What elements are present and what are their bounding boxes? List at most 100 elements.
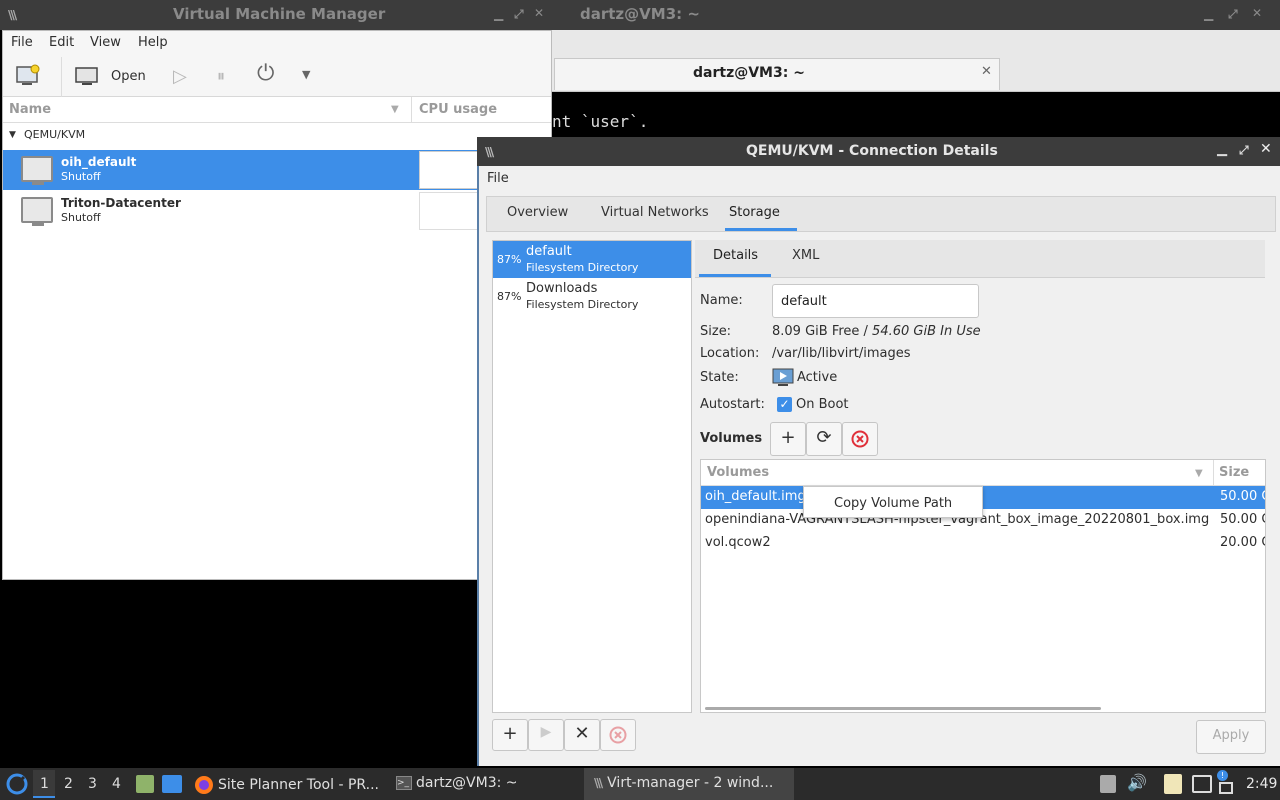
window-menu-icon[interactable]: \\\ [8, 8, 17, 22]
volumes-label: Volumes [700, 431, 763, 446]
terminal-titlebar[interactable]: dartz@VM3: ~ ▁ ⤢ ✕ [552, 0, 1280, 30]
maximize-icon[interactable]: ⤢ [1239, 143, 1249, 158]
connection-details-titlebar[interactable]: \\\ QEMU/KVM - Connection Details ▁ ⤢ ✕ [477, 137, 1280, 166]
vm-row-oih-default[interactable]: oih_default Shutoff [3, 150, 551, 190]
close-icon[interactable]: ✕ [1252, 6, 1262, 20]
vm-state: Shutoff [61, 211, 101, 224]
vmm-titlebar[interactable]: \\\ Virtual Machine Manager ▁ ⤢ ✕ [0, 0, 552, 30]
location-label: Location: [700, 346, 760, 361]
eject-icon[interactable] [1100, 775, 1116, 793]
clock[interactable]: 2:49 [1246, 776, 1277, 792]
autostart-value[interactable]: On Boot [796, 397, 849, 412]
refresh-volumes-button[interactable]: ⟳ [806, 422, 842, 456]
workspace-2[interactable]: 2 [64, 776, 73, 792]
menu-help[interactable]: Help [138, 35, 168, 50]
new-vm-icon [16, 64, 40, 85]
close-tab-icon[interactable]: ✕ [981, 64, 992, 79]
file-manager-icon[interactable] [136, 775, 154, 793]
minimize-icon[interactable]: ▁ [1204, 7, 1213, 21]
expander-icon[interactable]: ▼ [9, 130, 16, 140]
minimize-icon[interactable]: ▁ [1217, 142, 1227, 157]
tab-storage[interactable]: Storage [729, 197, 780, 231]
volume-icon[interactable]: 🔊 [1127, 773, 1147, 792]
volume-row[interactable]: vol.qcow2 20.00 GiB [701, 532, 1265, 555]
vm-row-triton-datacenter[interactable]: Triton-Datacenter Shutoff [3, 191, 551, 231]
new-vm-button[interactable] [15, 64, 41, 92]
window-menu-icon[interactable]: \\\ [485, 145, 494, 159]
delete-volume-button[interactable] [842, 422, 878, 456]
tab-details[interactable]: Details [713, 240, 758, 274]
power-icon[interactable]: ⏻ [257, 61, 274, 86]
pause-icon[interactable]: ⏸ [217, 66, 225, 86]
close-icon: ✕ [574, 723, 590, 744]
menu-file[interactable]: File [487, 171, 509, 186]
volume-size: 20.00 GiB [1220, 535, 1265, 550]
horizontal-scrollbar[interactable] [705, 707, 1101, 710]
maximize-icon[interactable]: ⤢ [514, 7, 524, 22]
open-vm-button[interactable]: Open [75, 66, 146, 88]
menu-edit[interactable]: Edit [49, 35, 74, 50]
menu-view[interactable]: View [90, 35, 121, 50]
copy-volume-path-item[interactable]: Copy Volume Path [834, 496, 952, 511]
volume-size: 50.00 GiB [1220, 489, 1265, 504]
volume-row[interactable]: oih_default.img 50.00 GiB [701, 486, 1265, 509]
add-volume-button[interactable]: + [770, 422, 806, 456]
close-icon[interactable]: ✕ [1260, 141, 1272, 157]
run-icon[interactable]: ▷ [173, 66, 187, 87]
volume-name: oih_default.img [705, 489, 806, 504]
pool-item-default[interactable]: 87% default Filesystem Directory [493, 241, 691, 278]
desktop-icon[interactable] [162, 775, 182, 793]
task-site-planner[interactable]: Site Planner Tool - PR... [194, 768, 379, 800]
tab-xml[interactable]: XML [792, 240, 819, 274]
apply-button[interactable]: Apply [1196, 720, 1266, 754]
name-label: Name: [700, 293, 743, 308]
terminal-tab[interactable]: dartz@VM3: ~ ✕ [554, 58, 1000, 90]
volume-row[interactable]: openindiana-VAGRANTSLASH-hipster_vagrant… [701, 509, 1265, 532]
minimize-icon[interactable]: ▁ [494, 7, 503, 21]
column-name[interactable]: Name [9, 102, 51, 117]
task-terminal[interactable]: >_ dartz@VM3: ~ [396, 768, 518, 800]
add-pool-button[interactable]: + [492, 719, 528, 751]
connection-details-window: File Overview Virtual Networks Storage 8… [477, 166, 1280, 766]
pool-name-input[interactable] [772, 284, 979, 318]
stop-pool-button[interactable]: ✕ [564, 719, 600, 751]
terminal-icon: >_ [396, 776, 412, 790]
vm-group-qemu[interactable]: ▼ QEMU/KVM [3, 123, 551, 149]
terminal-tabbar: dartz@VM3: ~ ✕ [552, 30, 1280, 92]
workspace-1[interactable]: 1 [40, 776, 49, 792]
state-value: Active [797, 370, 838, 385]
tab-virtual-networks[interactable]: Virtual Networks [601, 197, 709, 231]
close-icon[interactable]: ✕ [534, 6, 544, 20]
autostart-checkbox[interactable]: ✓ [777, 397, 792, 412]
connection-tabs: Overview Virtual Networks Storage [486, 196, 1276, 232]
start-menu-button[interactable] [6, 773, 28, 799]
vm-icon [21, 156, 53, 185]
workspace-3[interactable]: 3 [88, 776, 97, 792]
pool-type: Filesystem Directory [526, 261, 639, 274]
menu-file[interactable]: File [11, 35, 33, 50]
chevron-down-icon[interactable]: ▼ [302, 68, 310, 81]
location-value: /var/lib/libvirt/images [772, 346, 911, 361]
active-tab-indicator [725, 228, 797, 231]
terminal-output[interactable]: nt `user`. [552, 92, 1280, 138]
notification-icon[interactable]: ! [1217, 770, 1228, 781]
taskbar: 1 2 3 4 Site Planner Tool - PR... >_ dart… [0, 768, 1280, 800]
plus-icon: + [502, 723, 518, 744]
start-pool-button[interactable]: ▶ [528, 719, 564, 751]
column-size[interactable]: Size [1219, 465, 1249, 480]
workspace-4[interactable]: 4 [112, 776, 121, 792]
pool-item-downloads[interactable]: 87% Downloads Filesystem Directory [493, 278, 691, 315]
column-volumes[interactable]: Volumes [707, 465, 769, 480]
maximize-icon[interactable]: ⤢ [1228, 7, 1238, 22]
tab-overview[interactable]: Overview [507, 197, 568, 231]
vm-state: Shutoff [61, 170, 101, 183]
task-virt-manager[interactable]: \\\ Virt-manager - 2 wind... [584, 768, 794, 800]
column-divider [411, 97, 412, 123]
delete-pool-button[interactable] [600, 719, 636, 751]
network-icon[interactable] [1192, 775, 1212, 793]
clipboard-icon[interactable] [1164, 774, 1182, 794]
volumes-header: Volumes ▼ Size [701, 460, 1265, 486]
monitor-icon [75, 67, 98, 85]
updates-icon[interactable] [1219, 782, 1233, 794]
column-cpu-usage[interactable]: CPU usage [419, 102, 497, 117]
